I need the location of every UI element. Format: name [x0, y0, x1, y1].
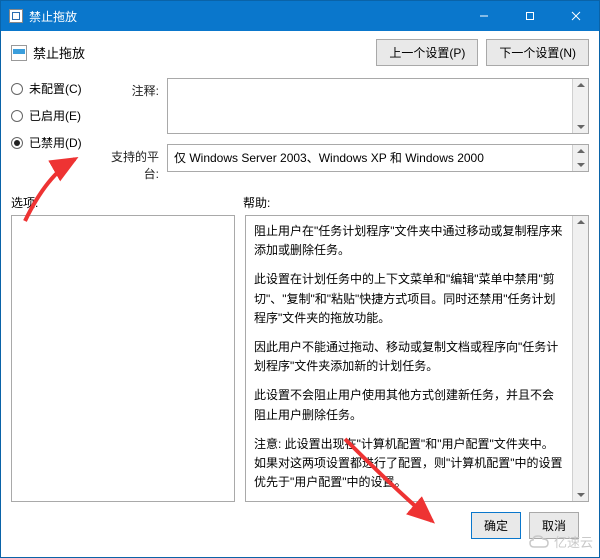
header-row: 禁止拖放 上一个设置(P) 下一个设置(N)	[11, 39, 589, 66]
options-label: 选项:	[11, 194, 243, 211]
footer-buttons: 确定 取消	[11, 502, 589, 549]
platform-field: 仅 Windows Server 2003、Windows XP 和 Windo…	[167, 144, 589, 172]
config-row: 未配置(C) 已启用(E) 已禁用(D) 注释:	[11, 78, 589, 182]
scrollbar[interactable]	[572, 145, 588, 171]
radio-not-configured[interactable]: 未配置(C)	[11, 80, 93, 97]
ok-button[interactable]: 确定	[471, 512, 521, 539]
maximize-button[interactable]	[507, 1, 553, 31]
radio-icon	[11, 137, 23, 149]
next-setting-button[interactable]: 下一个设置(N)	[486, 39, 589, 66]
help-paragraph: 因此用户不能通过拖动、移动或复制文档或程序向"任务计划程序"文件夹添加新的计划任…	[254, 338, 564, 376]
pane-labels: 选项: 帮助:	[11, 194, 589, 211]
window-controls	[461, 1, 599, 31]
platform-value: 仅 Windows Server 2003、Windows XP 和 Windo…	[174, 151, 484, 165]
state-radios: 未配置(C) 已启用(E) 已禁用(D)	[11, 78, 93, 182]
help-text: 阻止用户在"任务计划程序"文件夹中通过移动或复制程序来添加或删除任务。 此设置在…	[254, 222, 580, 492]
help-pane: 阻止用户在"任务计划程序"文件夹中通过移动或复制程序来添加或删除任务。 此设置在…	[245, 215, 589, 502]
scrollbar[interactable]	[572, 79, 588, 133]
radio-enabled[interactable]: 已启用(E)	[11, 107, 93, 124]
radio-icon	[11, 83, 23, 95]
minimize-button[interactable]	[461, 1, 507, 31]
policy-icon	[11, 45, 27, 61]
cancel-button[interactable]: 取消	[529, 512, 579, 539]
comment-label: 注释:	[105, 78, 159, 99]
platform-row: 支持的平台: 仅 Windows Server 2003、Windows XP …	[105, 144, 589, 182]
comment-textarea[interactable]	[167, 78, 589, 134]
content-area: 禁止拖放 上一个设置(P) 下一个设置(N) 未配置(C) 已启用(E) 已禁用…	[1, 31, 599, 557]
previous-setting-button[interactable]: 上一个设置(P)	[376, 39, 478, 66]
policy-title: 禁止拖放	[33, 43, 85, 62]
panes-row: 阻止用户在"任务计划程序"文件夹中通过移动或复制程序来添加或删除任务。 此设置在…	[11, 215, 589, 502]
radio-icon	[11, 110, 23, 122]
radio-disabled[interactable]: 已禁用(D)	[11, 134, 93, 151]
titlebar: 禁止拖放	[1, 1, 599, 31]
help-paragraph: 阻止用户在"任务计划程序"文件夹中通过移动或复制程序来添加或删除任务。	[254, 222, 564, 260]
window-title: 禁止拖放	[29, 8, 461, 25]
help-paragraph: 此设置不会阻止用户使用其他方式创建新任务，并且不会阻止用户删除任务。	[254, 386, 564, 424]
comment-row: 注释:	[105, 78, 589, 134]
radio-label: 未配置(C)	[29, 80, 82, 97]
help-paragraph: 此设置在计划任务中的上下文菜单和"编辑"菜单中禁用"剪切"、"复制"和"粘贴"快…	[254, 270, 564, 328]
radio-label: 已启用(E)	[29, 107, 81, 124]
radio-label: 已禁用(D)	[29, 134, 82, 151]
help-paragraph: 注意: 此设置出现在"计算机配置"和"用户配置"文件夹中。如果对这两项设置都进行…	[254, 435, 564, 493]
app-icon	[9, 9, 23, 23]
scrollbar[interactable]	[572, 216, 588, 501]
group-policy-dialog: 禁止拖放 禁止拖放 上一个设置(P) 下一个设置(N)	[0, 0, 600, 558]
fields-column: 注释: 支持的平台: 仅 Windows Server 2003、Windows…	[105, 78, 589, 182]
nav-buttons: 上一个设置(P) 下一个设置(N)	[376, 39, 589, 66]
close-button[interactable]	[553, 1, 599, 31]
platform-label: 支持的平台:	[105, 144, 159, 182]
options-pane	[11, 215, 235, 502]
help-label: 帮助:	[243, 194, 270, 211]
